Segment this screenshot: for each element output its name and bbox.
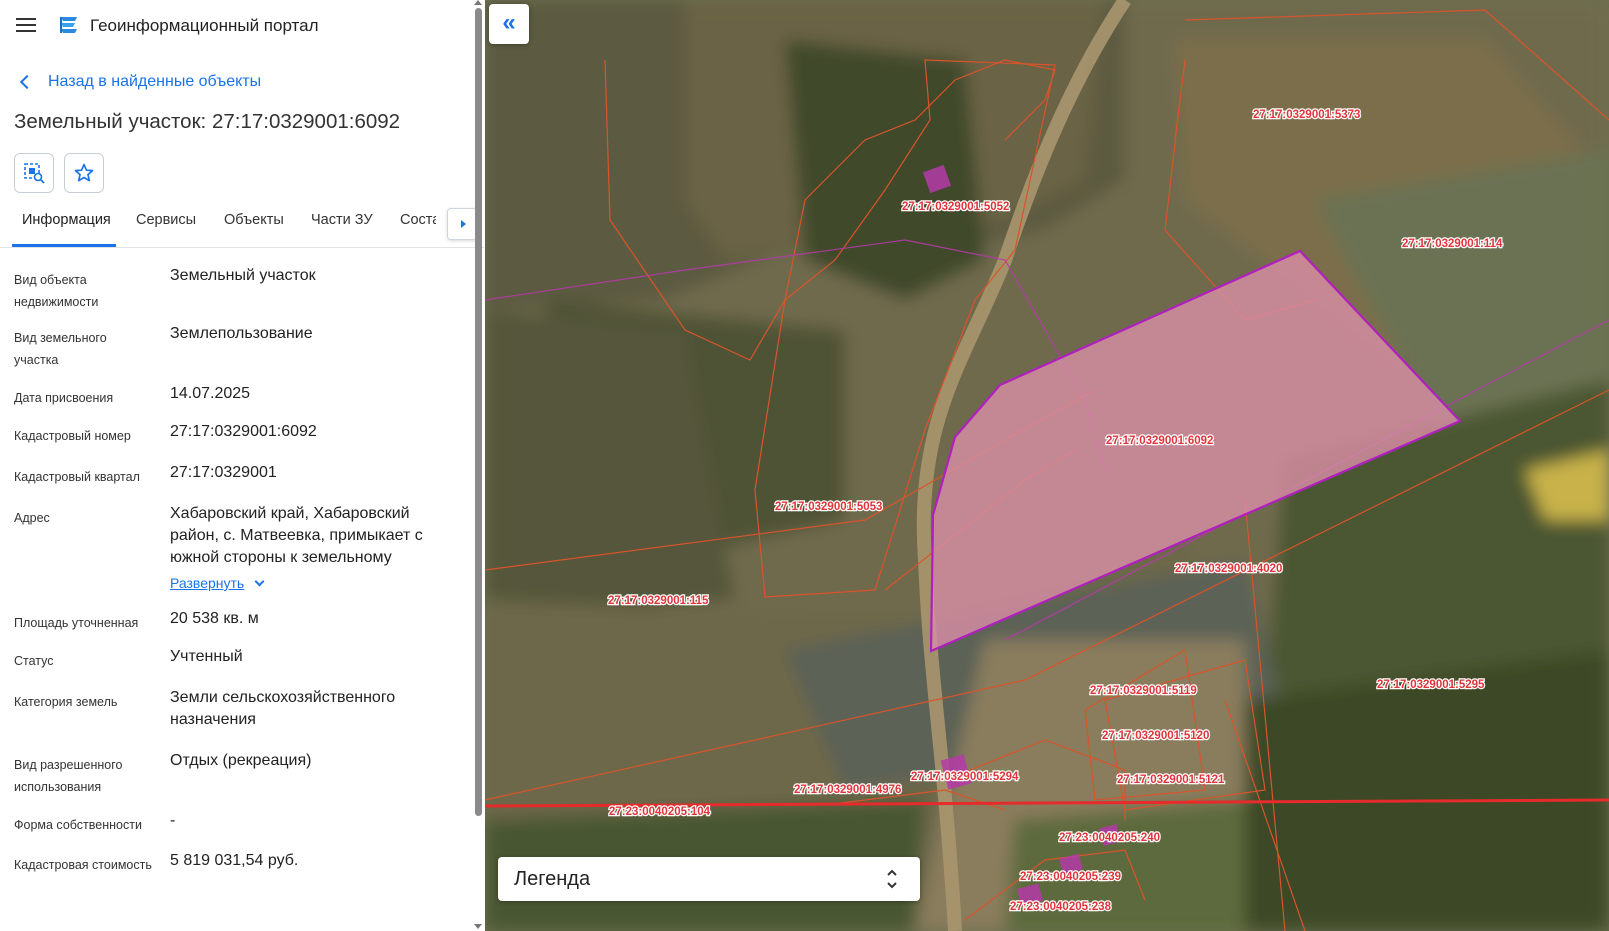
property-label: Кадастровый номер xyxy=(14,429,131,443)
parcel-label[interactable]: 27:17:0329001:114 xyxy=(1401,237,1504,251)
caret-right-icon xyxy=(460,220,466,228)
property-label: Вид земельного участка xyxy=(14,331,107,367)
property-label: Статус xyxy=(14,654,54,668)
zoom-to-object-icon xyxy=(24,163,45,184)
property-value: Отдых (рекреация) xyxy=(170,752,312,769)
menu-icon[interactable] xyxy=(16,18,36,32)
parcel-label[interactable]: 27:17:0329001:5295 xyxy=(1376,678,1486,692)
info-panel: Геоинформационный портал Назад в найденн… xyxy=(0,0,484,931)
tab-composition[interactable]: Соста xyxy=(400,212,436,228)
property-label: Вид разрешенного использования xyxy=(14,758,123,794)
parcel-label[interactable]: 27:17:0329001:5294 xyxy=(910,770,1020,784)
app-title: Геоинформационный портал xyxy=(90,16,319,35)
chevron-down-icon xyxy=(254,576,265,586)
property-value: Учтенный xyxy=(170,648,243,665)
chevron-left-icon xyxy=(19,74,35,90)
parcel-label[interactable]: 27:17:0329001:5052 xyxy=(901,200,1011,214)
parcel-label[interactable]: 27:17:0329001:6092 xyxy=(1105,434,1215,448)
collapse-panel-button[interactable]: « xyxy=(489,4,529,44)
tab-strip: Информация Сервисы Объекты Части ЗУ Сост… xyxy=(0,208,484,248)
property-label: Площадь уточненная xyxy=(14,616,139,630)
address-value: Хабаровский край, Хабаровский район, с. … xyxy=(170,505,423,566)
property-value: 20 538 кв. м xyxy=(170,610,259,627)
map-canvas[interactable]: 27:17:0329001:5373 27:17:0329001:5052 27… xyxy=(485,0,1609,931)
top-bar: Геоинформационный портал xyxy=(0,0,484,52)
map-view[interactable]: 27:17:0329001:5373 27:17:0329001:5052 27… xyxy=(485,0,1609,931)
property-value: 5 819 031,54 руб. xyxy=(170,852,299,869)
panel-scrollbar[interactable] xyxy=(475,8,482,816)
property-value: 14.07.2025 xyxy=(170,385,251,402)
back-link-label: Назад в найденные объекты xyxy=(48,73,262,90)
property-label: Дата присвоения xyxy=(14,391,114,405)
expand-label: Развернуть xyxy=(170,575,245,591)
tab-services[interactable]: Сервисы xyxy=(136,212,196,228)
parcel-label[interactable]: 27:17:0329001:4020 xyxy=(1174,562,1284,576)
property-value: Земли сельскохозяйственного назначения xyxy=(170,689,396,728)
property-label: Форма собственности xyxy=(14,818,142,832)
portal-logo-icon xyxy=(60,17,77,33)
parcel-label[interactable]: 27:17:0329001:5119 xyxy=(1089,684,1198,698)
parcel-label[interactable]: 27:17:0329001:5053 xyxy=(774,500,884,514)
scroll-down-arrow[interactable] xyxy=(474,924,482,929)
tab-information[interactable]: Информация xyxy=(22,212,111,228)
parcel-label[interactable]: 27:17:0329001:115 xyxy=(607,594,710,608)
star-icon xyxy=(74,163,94,182)
double-chevron-left-icon: « xyxy=(502,8,516,36)
legend-label: Легенда xyxy=(514,868,591,890)
parcel-label[interactable]: 27:17:0329001:5373 xyxy=(1252,108,1362,122)
tab-parcel-parts[interactable]: Части ЗУ xyxy=(311,212,373,228)
parcel-label[interactable]: 27:23:0040205:240 xyxy=(1058,831,1161,845)
favorite-button[interactable] xyxy=(64,153,104,193)
property-value: 27:17:0329001:6092 xyxy=(170,423,317,440)
tab-objects[interactable]: Объекты xyxy=(224,212,284,228)
property-label: Вид объекта недвижимости xyxy=(14,273,99,309)
expand-address-link[interactable]: Развернуть xyxy=(170,575,265,591)
property-value: Земельный участок xyxy=(170,267,316,284)
property-row-address: Адрес Хабаровский край, Хабаровский райо… xyxy=(14,503,444,593)
back-link[interactable]: Назад в найденные объекты xyxy=(18,71,261,93)
property-label: Кадастровый квартал xyxy=(14,470,140,484)
property-value: 27:17:0329001 xyxy=(170,464,277,481)
property-value: - xyxy=(170,812,176,829)
expand-collapse-icon xyxy=(887,869,897,889)
active-tab-indicator xyxy=(12,244,116,247)
parcel-label[interactable]: 27:23:0040205:238 xyxy=(1009,900,1113,914)
property-label: Кадастровая стоимость xyxy=(14,858,152,872)
scroll-up-arrow[interactable] xyxy=(474,0,482,5)
property-label: Категория земель xyxy=(14,695,118,709)
parcel-label[interactable]: 27:23:0040205:104 xyxy=(608,805,712,819)
legend-dropdown[interactable]: Легенда xyxy=(498,857,920,901)
parcel-label[interactable]: 27:17:0329001:4976 xyxy=(793,783,903,797)
locate-on-map-button[interactable] xyxy=(14,153,54,193)
parcel-label[interactable]: 27:17:0329001:5120 xyxy=(1101,729,1211,743)
parcel-label[interactable]: 27:23:0040205:239 xyxy=(1019,870,1122,884)
property-value: Землепользование xyxy=(170,325,313,342)
page-title: Земельный участок: 27:17:0329001:6092 xyxy=(14,110,401,133)
parcel-label[interactable]: 27:17:0329001:5121 xyxy=(1116,773,1226,787)
property-label: Адрес xyxy=(14,511,50,525)
tab-bar: Информация Сервисы Объекты Части ЗУ Сост… xyxy=(0,208,484,248)
